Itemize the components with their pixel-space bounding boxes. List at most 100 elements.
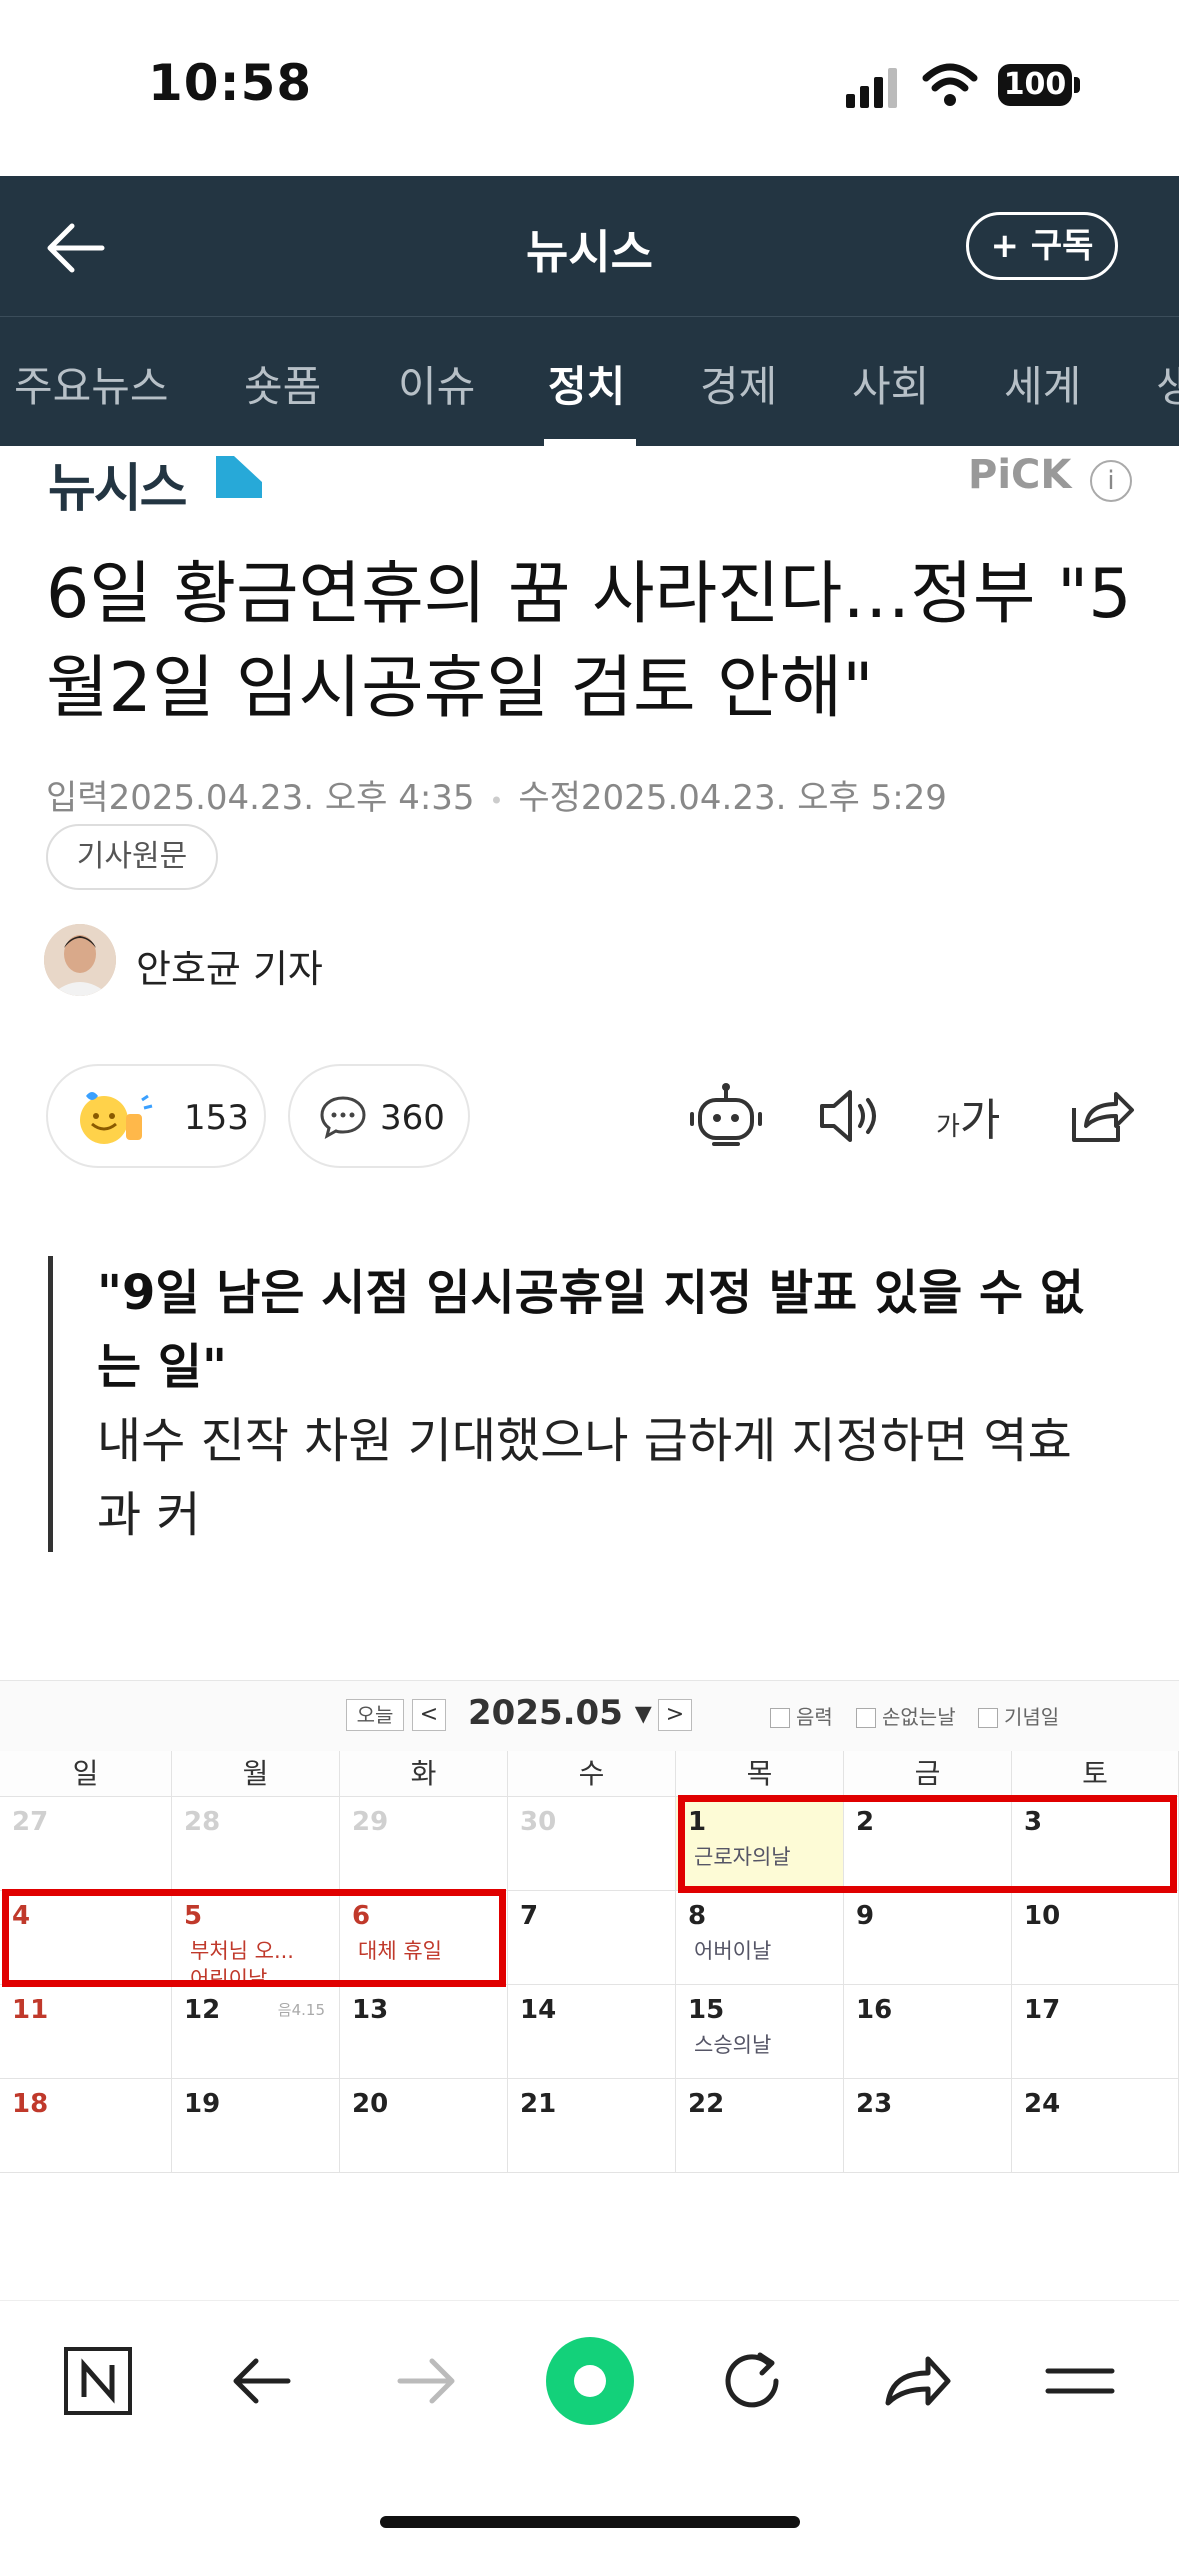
tab-issue[interactable]: 이슈 xyxy=(398,353,475,414)
calendar-day-number: 28 xyxy=(184,1807,221,1837)
summary-line: "9일 남은 시점 임시공휴일 지정 발표 있을 수 없 xyxy=(97,1265,1084,1321)
comment-icon xyxy=(320,1096,366,1139)
info-icon[interactable]: i xyxy=(1090,460,1132,502)
refresh-icon[interactable] xyxy=(712,2341,792,2421)
weekday-header: 일 xyxy=(0,1751,172,1797)
battery-icon: 100 xyxy=(998,64,1080,106)
calendar-month-label: 2025.05 ▾ xyxy=(468,1693,652,1733)
calendar-day-number: 8 xyxy=(688,1901,707,1931)
calendar-day-cell: 10 xyxy=(1012,1891,1179,1985)
calendar-day-cell: 11 xyxy=(0,1985,172,2079)
menu-icon[interactable] xyxy=(1040,2341,1120,2421)
weekday-header: 월 xyxy=(172,1751,340,1797)
status-time: 10:58 xyxy=(148,54,313,112)
calendar-day-cell: 30 xyxy=(508,1797,676,1891)
tab-world[interactable]: 세계 xyxy=(1004,353,1081,414)
summary-line: 과 커 xyxy=(97,1487,201,1543)
calendar-day-number: 24 xyxy=(1024,2089,1061,2119)
calendar-day-cell: 13 xyxy=(340,1985,508,2079)
calendar-day-number: 29 xyxy=(352,1807,389,1837)
summary-line: 는 일" xyxy=(97,1339,228,1395)
font-size-small-glyph: 가 xyxy=(936,1112,960,1142)
ai-summary-robot-icon[interactable] xyxy=(688,1078,764,1154)
subscribe-button[interactable]: + 구독 xyxy=(966,212,1118,280)
status-bar: 10:58 100 xyxy=(0,0,1179,176)
font-size-large-glyph: 가 xyxy=(959,1095,1001,1146)
weekday-header: 목 xyxy=(676,1751,844,1797)
modified-label: 수정 xyxy=(518,778,581,818)
calendar-day-cell: 7 xyxy=(508,1891,676,1985)
calendar-image: 오늘 < 2025.05 ▾ > 음력 손없는날 기념일 일 월 화 수 목 금 토 27 28… xyxy=(0,1680,1179,2300)
calendar-day-number: 13 xyxy=(352,1995,389,2025)
calendar-day-cell: 28 xyxy=(172,1797,340,1891)
tab-economy[interactable]: 경제 xyxy=(700,353,777,414)
checkbox-label: 기념일 xyxy=(1004,1705,1060,1729)
calendar-day-cell: 27 xyxy=(0,1797,172,1891)
calendar-day-cell: 15 스승의날 xyxy=(676,1985,844,2079)
calendar-day-number: 22 xyxy=(688,2089,725,2119)
calendar-day-number: 27 xyxy=(12,1807,49,1837)
brand-logo-text: 뉴시스 xyxy=(48,459,188,519)
calendar-today-button: 오늘 xyxy=(346,1699,404,1731)
calendar-checkbox: 손없는날 xyxy=(856,1701,956,1730)
calendar-day-number: 17 xyxy=(1024,1995,1061,2025)
weekday-header: 토 xyxy=(1012,1751,1179,1797)
category-tabs: 주요뉴스 숏폼 이슈 정치 경제 사회 세계 생 xyxy=(0,316,1179,446)
browser-forward-icon[interactable] xyxy=(386,2341,466,2421)
calendar-day-cell: 24 xyxy=(1012,2079,1179,2173)
wifi-icon xyxy=(922,63,978,106)
summary-line: 내수 진작 차원 기대했으나 급하게 지정하면 역효 xyxy=(97,1413,1072,1469)
holiday-highlight-box xyxy=(678,1795,1177,1893)
weekday-header: 화 xyxy=(340,1751,508,1797)
font-size-button[interactable]: 가가 xyxy=(936,1084,1000,1148)
share-arrow-icon[interactable] xyxy=(876,2341,956,2421)
article-dates: 입력2025.04.23. 오후 4:35 • 수정2025.04.23. 오후… xyxy=(46,770,947,819)
calendar-day-number: 23 xyxy=(856,2089,893,2119)
weekday-header: 수 xyxy=(508,1751,676,1797)
reporter-avatar[interactable] xyxy=(44,924,116,996)
reaction-button[interactable]: 153 xyxy=(46,1064,266,1168)
article-summary: "9일 남은 시점 임시공휴일 지정 발표 있을 수 없 는 일" 내수 진작 … xyxy=(48,1256,1138,1552)
share-icon[interactable] xyxy=(1060,1078,1136,1154)
smiley-thumbs-up-icon xyxy=(80,1092,153,1144)
calendar-day-number: 20 xyxy=(352,2089,389,2119)
green-dot-icon[interactable] xyxy=(540,2331,640,2431)
tab-society[interactable]: 사회 xyxy=(852,353,929,414)
weekday-header: 금 xyxy=(844,1751,1012,1797)
article-header: 뉴시스 + 구독 xyxy=(0,176,1179,316)
article-headline: 6일 황금연휴의 꿈 사라진다…정부 "5월2일 임시공휴일 검토 안해" xyxy=(46,555,1132,728)
calendar-day-cell: 21 xyxy=(508,2079,676,2173)
calendar-day-cell: 12 음4.15 xyxy=(172,1985,340,2079)
naver-home-icon[interactable] xyxy=(58,2341,138,2421)
input-label: 입력 xyxy=(46,778,109,818)
reporter-name[interactable]: 안호균 기자 xyxy=(136,938,323,993)
calendar-day-number: 30 xyxy=(520,1807,557,1837)
calendar-day-cell: 14 xyxy=(508,1985,676,2079)
tab-main-news[interactable]: 주요뉴스 xyxy=(14,353,169,414)
date-separator: • xyxy=(489,787,504,815)
calendar-day-number: 14 xyxy=(520,1995,557,2025)
battery-level: 100 xyxy=(998,64,1072,106)
browser-back-icon[interactable] xyxy=(222,2341,302,2421)
tab-life[interactable]: 생 xyxy=(1156,353,1179,414)
lunar-date: 음4.15 xyxy=(277,2001,325,2019)
calendar-event: 스승의날 xyxy=(694,2033,772,2057)
tab-shortform[interactable]: 숏폼 xyxy=(244,353,321,414)
calendar-header: 오늘 < 2025.05 ▾ > 음력 손없는날 기념일 xyxy=(0,1681,1179,1751)
calendar-day-cell: 16 xyxy=(844,1985,1012,2079)
comment-button[interactable]: 360 xyxy=(288,1064,470,1168)
calendar-checkbox: 기념일 xyxy=(978,1701,1059,1730)
calendar-day-cell: 18 xyxy=(0,2079,172,2173)
calendar-day-number: 15 xyxy=(688,1995,725,2025)
calendar-day-number: 18 xyxy=(12,2089,49,2119)
calendar-day-cell: 8 어버이날 xyxy=(676,1891,844,1985)
calendar-checkbox: 음력 xyxy=(770,1701,833,1730)
cellular-signal-icon xyxy=(846,68,897,108)
original-article-button[interactable]: 기사원문 xyxy=(46,824,218,890)
reaction-count: 153 xyxy=(184,1098,249,1138)
tab-politics[interactable]: 정치 xyxy=(548,353,625,414)
text-to-speech-icon[interactable] xyxy=(812,1078,888,1154)
modified-date: 2025.04.23. 오후 5:29 xyxy=(580,778,947,818)
calendar-day-cell: 17 xyxy=(1012,1985,1179,2079)
pick-badge: PiCK xyxy=(968,452,1072,498)
